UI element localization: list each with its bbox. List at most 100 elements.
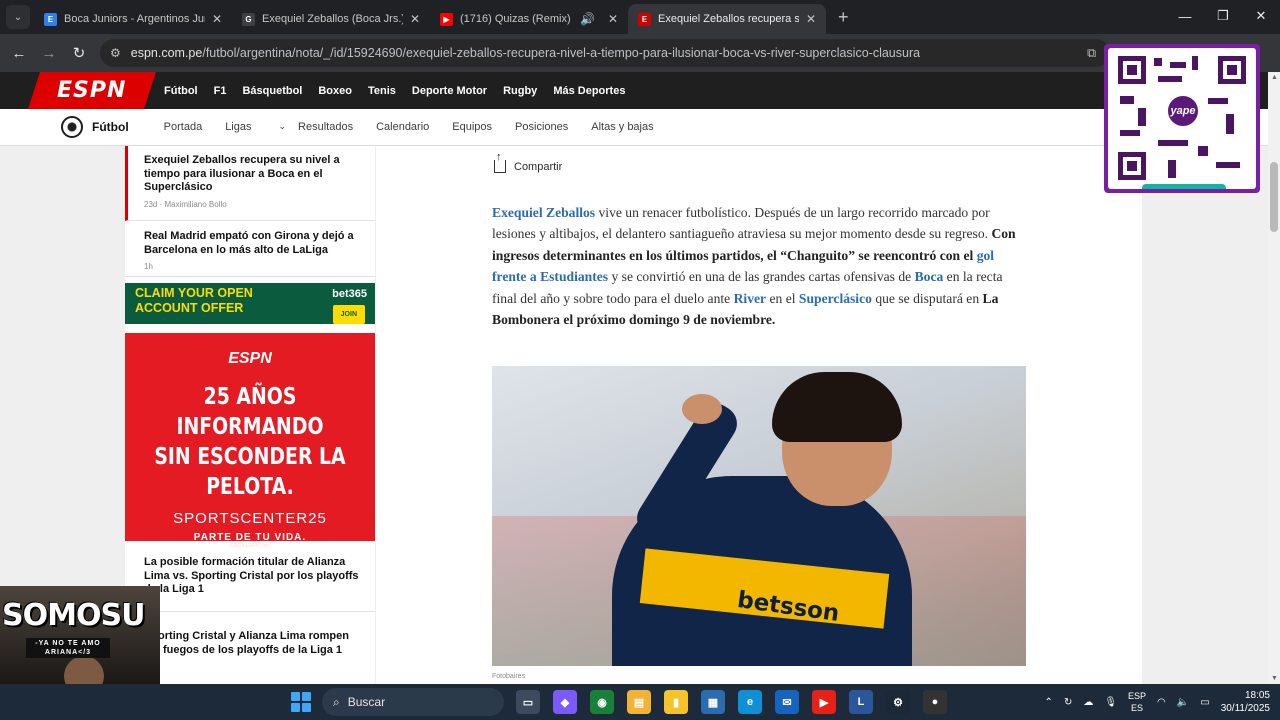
news-card-meta: 23d · Maximiliano Bollo xyxy=(144,199,227,209)
subnav-ligas[interactable]: Ligas xyxy=(225,121,274,133)
nav-deporte-motor[interactable]: Deporte Motor xyxy=(412,85,487,97)
nav-mas-deportes[interactable]: Más Deportes xyxy=(553,85,625,97)
forward-arrow-icon[interactable]: → xyxy=(34,45,64,62)
news-card[interactable]: Exequiel Zeballos recupera su nivel a ti… xyxy=(125,146,375,221)
section-subnav: Fútbol Portada Ligas ⌄ Resultados Calend… xyxy=(0,109,1280,146)
maximize-icon[interactable]: ❐ xyxy=(1204,0,1242,32)
clock-time: 18:05 xyxy=(1244,690,1270,701)
site-info-icon[interactable]: ⚙ xyxy=(110,46,121,60)
install-app-icon[interactable]: ⧉ xyxy=(1087,46,1096,61)
taskbar-search[interactable]: ⌕ Buscar xyxy=(322,688,504,716)
new-tab-plus-icon[interactable]: + xyxy=(838,7,849,28)
left-news-column: Exequiel Zeballos recupera su nivel a ti… xyxy=(125,146,375,684)
tab-strip: ⌄ E Boca Juniors - Argentinos Junio ✕ G … xyxy=(0,0,1280,34)
scroll-down-icon[interactable]: ▼ xyxy=(1271,675,1278,682)
search-icon: ⌕ xyxy=(333,694,340,709)
system-tray: ⌃ ↻ ☁ 🎙 ESP ES ◠ 🔈 ▭ 18:05 30/11/2025 xyxy=(1045,684,1270,720)
lang-top: ESP xyxy=(1128,691,1147,701)
qr-finder xyxy=(1118,152,1146,180)
tab-search-chevron-icon[interactable]: ⌄ xyxy=(6,5,30,29)
share-button[interactable]: Compartir xyxy=(494,151,562,173)
cloud-icon[interactable]: ☁ xyxy=(1083,697,1093,708)
espn-logo[interactable]: ESPN xyxy=(27,72,157,109)
close-icon[interactable]: ✕ xyxy=(212,12,222,26)
ad-join-button[interactable]: JOIN xyxy=(332,305,365,324)
link-superclasico[interactable]: Superclásico xyxy=(799,291,872,306)
copilot-icon[interactable]: ◆ xyxy=(553,690,577,714)
link-exequiel-zeballos[interactable]: Exequiel Zeballos xyxy=(492,205,595,220)
outlook-icon[interactable]: ✉ xyxy=(775,690,799,714)
news-card[interactable]: Real Madrid empató con Girona y dejó a B… xyxy=(125,222,375,277)
battery-icon[interactable]: ▭ xyxy=(1200,697,1209,708)
nav-rugby[interactable]: Rugby xyxy=(503,85,537,97)
youtube-icon[interactable]: ▶ xyxy=(812,690,836,714)
article-main: Compartir Exequiel Zeballos vive un rena… xyxy=(376,146,1142,684)
subnav-calendario[interactable]: Calendario xyxy=(376,121,429,133)
link-river[interactable]: River xyxy=(734,291,766,306)
sync-icon[interactable]: ↻ xyxy=(1064,697,1072,708)
close-icon[interactable]: ✕ xyxy=(410,12,420,26)
nav-boxeo[interactable]: Boxeo xyxy=(318,85,352,97)
link-boca[interactable]: Boca xyxy=(915,269,944,284)
qr-code: yape xyxy=(1108,48,1256,189)
edge-icon[interactable]: e xyxy=(738,690,762,714)
launcher-icon[interactable]: L xyxy=(849,690,873,714)
close-icon[interactable]: ✕ xyxy=(806,12,816,26)
nav-basquetbol[interactable]: Básquetbol xyxy=(242,85,302,97)
scrollbar-thumb[interactable] xyxy=(1270,162,1278,232)
qr-finder xyxy=(1218,56,1246,84)
qr-module xyxy=(1120,130,1140,136)
qr-module xyxy=(1158,76,1182,82)
subnav-posiciones[interactable]: Posiciones xyxy=(515,121,568,133)
qr-module xyxy=(1216,162,1240,168)
nav-f1[interactable]: F1 xyxy=(214,85,227,97)
section-title[interactable]: Fútbol xyxy=(92,120,129,134)
volume-icon[interactable]: 🔈 xyxy=(1177,697,1189,708)
subnav-resultados[interactable]: Resultados xyxy=(298,121,353,133)
notes-icon[interactable]: ▮ xyxy=(664,690,688,714)
bet365-logo: bet365 xyxy=(332,288,367,300)
url-host: espn.com.pe xyxy=(130,46,203,60)
tab-boca-argentinos[interactable]: E Boca Juniors - Argentinos Junio ✕ xyxy=(34,4,232,34)
espn-logo-text: ESPN xyxy=(57,78,127,103)
espn-sportscenter-ad[interactable]: ESPN 25 AÑOS INFORMANDO SIN ESCONDER LA … xyxy=(125,333,375,549)
scroll-up-icon[interactable]: ▲ xyxy=(1271,74,1278,81)
subnav-equipos[interactable]: Equipos xyxy=(452,121,492,133)
page-scrollbar[interactable]: ▲ ▼ xyxy=(1268,72,1280,684)
wifi-icon[interactable]: ◠ xyxy=(1157,697,1166,708)
address-bar[interactable]: ⚙ espn.com.pe/futbol/argentina/nota/_/id… xyxy=(100,39,1110,67)
nav-tenis[interactable]: Tenis xyxy=(368,85,396,97)
windows-start-icon[interactable] xyxy=(291,692,311,712)
task-view-icon[interactable]: ▭ xyxy=(516,690,540,714)
file-explorer-icon[interactable]: ▤ xyxy=(627,690,651,714)
tab-youtube-quizas[interactable]: ▶ (1716) Quizas (Remix) - You 🔊 ✕ xyxy=(430,4,628,34)
tab-zeballos-espn[interactable]: E Exequiel Zeballos recupera su n ✕ xyxy=(628,4,826,34)
close-icon[interactable]: ✕ xyxy=(608,12,618,26)
steam-icon[interactable]: ⚙ xyxy=(886,690,910,714)
screen: ⌄ E Boca Juniors - Argentinos Junio ✕ G … xyxy=(0,0,1280,720)
chevron-down-icon[interactable]: ⌄ xyxy=(278,121,286,133)
microphone-icon[interactable]: 🎙 xyxy=(1104,697,1117,708)
bet365-ad[interactable]: CLAIM YOUR OPEN ACCOUNT OFFER bet365 JOI… xyxy=(125,283,375,324)
photo-caption: Fotobaires xyxy=(492,673,526,680)
article-text: que se disputará en xyxy=(871,290,983,306)
news-card[interactable]: Sporting Cristal y Alianza Lima rompen l… xyxy=(125,622,375,684)
close-window-icon[interactable]: ✕ xyxy=(1242,0,1280,32)
news-card[interactable]: La posible formación titular de Alianza … xyxy=(125,548,375,612)
obs-icon[interactable]: ● xyxy=(923,690,947,714)
language-indicator[interactable]: ESP ES xyxy=(1128,690,1146,714)
speaker-icon[interactable]: 🔊 xyxy=(580,12,595,26)
nav-futbol[interactable]: Fútbol xyxy=(164,85,198,97)
clock[interactable]: 18:05 30/11/2025 xyxy=(1221,689,1270,715)
tab-zeballos-google[interactable]: G Exequiel Zeballos (Boca Jrs.) Est ✕ xyxy=(232,4,430,34)
article-photo[interactable]: betsson xyxy=(492,366,1026,666)
subnav-altas-bajas[interactable]: Altas y bajas xyxy=(591,121,653,133)
subnav-portada[interactable]: Portada xyxy=(164,121,203,133)
ad-headline: 25 AÑOS INFORMANDO SIN ESCONDER LA PELOT… xyxy=(148,382,353,502)
chrome-icon[interactable]: ◉ xyxy=(590,690,614,714)
store-icon[interactable]: ▦ xyxy=(701,690,725,714)
back-arrow-icon[interactable]: ← xyxy=(4,45,34,62)
tray-chevron-up-icon[interactable]: ⌃ xyxy=(1045,697,1053,708)
minimize-icon[interactable]: — xyxy=(1166,0,1204,32)
reload-icon[interactable]: ↻ xyxy=(64,44,94,62)
